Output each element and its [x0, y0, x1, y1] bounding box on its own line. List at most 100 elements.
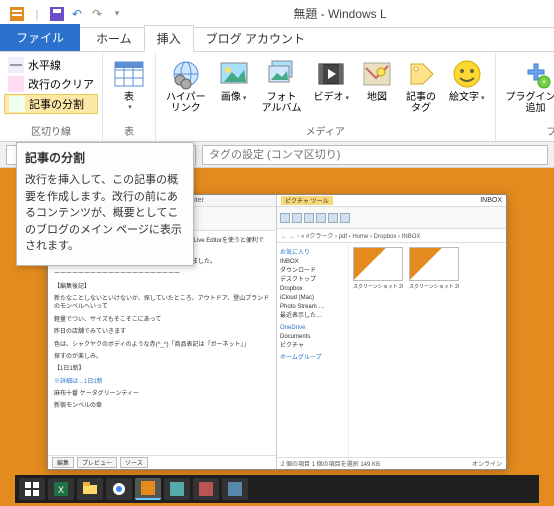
nav-item: Dropbox	[280, 285, 345, 294]
inner-status-bar: 2 個の項目 1 個の項目を選択 149 KB オンライン	[277, 457, 506, 469]
table-label: 表	[124, 92, 134, 103]
emoji-label: 絵文字	[449, 92, 479, 103]
horizontal-rule-label: 水平線	[28, 57, 61, 73]
tab-insert[interactable]: 挿入	[144, 25, 194, 52]
taskbar-chrome-icon	[106, 478, 132, 500]
redo-icon[interactable]: ↷	[88, 5, 106, 23]
clear-break-label: 改行のクリア	[28, 76, 94, 92]
inner-heading: 【1日1新】	[54, 365, 270, 373]
nav-item: ピクチャ	[280, 342, 345, 351]
inner-picture-tools-tab: ピクチャ ツール	[281, 196, 333, 205]
nav-item: 最近表示した…	[280, 312, 345, 321]
mini-icon	[340, 213, 350, 223]
nav-item: デスクトップ	[280, 276, 345, 285]
mini-icon	[316, 213, 326, 223]
taskbar-wlw-icon	[135, 478, 161, 500]
mini-icon	[292, 213, 302, 223]
group-breaks: 水平線 改行のクリア 記事の分割 区切り線	[0, 52, 103, 141]
taskbar-app-icon	[222, 478, 248, 500]
svg-text:+: +	[541, 77, 546, 87]
inner-explorer-window: ピクチャ ツール INBOX ← → ↑ « #クラーク › pdf › Hom…	[277, 195, 506, 469]
inner-link: ※詳細は→1日1新	[54, 379, 103, 385]
file-thumbnail: スクリーンショット 2014-04-29 18.02.45	[353, 247, 403, 290]
group-plugin: + プラグインの追加 プラグインのオプション プラグイン	[496, 52, 554, 141]
tooltip-split-post: 記事の分割 改行を挿入して、この記事の概要を作成します。改行の前にあるコンテンツ…	[16, 142, 194, 266]
tooltip-body: 改行を挿入して、この記事の概要を作成します。改行の前にあるコンテンツが、概要とし…	[25, 172, 185, 255]
mini-icon	[280, 213, 290, 223]
plugin-add-icon: +	[520, 58, 552, 90]
post-tag-button[interactable]: 記事のタグ	[399, 56, 443, 121]
nav-item: iCloud (Mac)	[280, 294, 345, 303]
qat-separator: |	[28, 5, 46, 23]
horizontal-rule-icon	[8, 57, 24, 73]
split-post-label: 記事の分割	[29, 96, 84, 112]
photo-album-button[interactable]: フォトアルバム	[256, 56, 308, 121]
group-plugin-label: プラグイン	[496, 121, 554, 141]
qat-customize-icon[interactable]: ▾	[108, 5, 126, 23]
plugin-add-label: プラグインの追加	[506, 92, 554, 114]
split-post-button[interactable]: 記事の分割	[4, 94, 98, 114]
emoji-button[interactable]: 絵文字▾	[443, 56, 491, 121]
inner-text: 新たなことしないといけないか、探していたところ、アウトドア、登山ブランドのモンベ…	[54, 295, 270, 312]
tab-file[interactable]: ファイル	[0, 24, 80, 51]
emoji-icon	[451, 58, 483, 90]
hyperlink-button[interactable]: ハイパーリンク	[160, 56, 212, 121]
inner-file-grid: スクリーンショット 2014-04-29 18.02.45 スクリーンショット …	[349, 243, 506, 457]
table-button[interactable]: 表 ▾	[107, 56, 151, 121]
inner-text: 新宿モンベルの傘	[54, 402, 270, 410]
save-icon[interactable]	[48, 5, 66, 23]
dropdown-icon: ▾	[243, 95, 247, 102]
split-post-icon	[9, 96, 25, 112]
horizontal-rule-button[interactable]: 水平線	[4, 56, 98, 74]
map-label: 地図	[367, 92, 387, 103]
nav-item: ダウンロード	[280, 267, 345, 276]
inner-nav-pane: お気に入り INBOX ダウンロード デスクトップ Dropbox iCloud…	[277, 243, 349, 457]
taskbar-excel-icon: X	[48, 478, 74, 500]
tags-input[interactable]	[202, 145, 548, 165]
inner-text: 色は、シャクヤクのボディのような赤(^_^)「商品表記は『ガーネット』」	[54, 341, 270, 349]
map-button[interactable]: 地図	[355, 56, 399, 121]
inner-text: 昨日の店舗でみていきます	[54, 328, 270, 336]
tag-icon	[405, 58, 437, 90]
status-text: オンライン	[472, 459, 502, 468]
inner-source-tab: ソース	[120, 457, 148, 468]
nav-item: INBOX	[280, 258, 345, 267]
hyperlink-label: ハイパーリンク	[166, 92, 206, 114]
inner-explorer-ribbon	[277, 207, 506, 229]
taskbar-explorer-icon	[77, 478, 103, 500]
taskbar-app-icon	[164, 478, 190, 500]
photo-album-label: フォトアルバム	[262, 92, 302, 114]
status-text: 2 個の項目 1 個の項目を選択 149 KB	[281, 459, 380, 468]
inner-text: 麻布十番 ケータグリーンティー	[54, 390, 270, 398]
dropdown-icon: ▾	[481, 95, 485, 102]
quick-access-toolbar: | ↶ ↷ ▾	[0, 5, 126, 23]
group-tables-label: 表	[103, 121, 155, 141]
inner-wlw-footer: 編集 プレビュー ソース	[48, 455, 276, 469]
video-button[interactable]: ビデオ▾	[308, 56, 356, 121]
tab-blog-account[interactable]: ブログ アカウント	[194, 26, 317, 51]
inner-text: 探すのが楽しみ。	[54, 353, 270, 361]
tab-home[interactable]: ホーム	[84, 26, 144, 51]
nav-onedrive: OneDrive	[280, 324, 345, 333]
ribbon-tabs: ファイル ホーム 挿入 ブログ アカウント	[0, 28, 554, 52]
undo-icon[interactable]: ↶	[68, 5, 86, 23]
inner-explorer-title: INBOX	[480, 197, 502, 204]
dropdown-icon: ▾	[346, 95, 350, 102]
image-button[interactable]: 画像▾	[212, 56, 256, 121]
group-breaks-label: 区切り線	[0, 121, 102, 141]
photo-album-icon	[266, 58, 298, 90]
group-tables: 表 ▾ 表	[103, 52, 156, 141]
ribbon: 水平線 改行のクリア 記事の分割 区切り線 表 ▾	[0, 52, 554, 142]
window-title: 無題 - Windows L	[126, 5, 554, 22]
map-icon	[361, 58, 393, 90]
inner-text: 軽量でつい、サイズもそこそこにあって	[54, 316, 270, 324]
video-icon	[315, 58, 347, 90]
inner-edit-tab: 編集	[52, 457, 74, 468]
inner-preview-tab: プレビュー	[77, 457, 117, 468]
clear-break-button[interactable]: 改行のクリア	[4, 75, 98, 93]
inner-breadcrumb: ← → ↑ « #クラーク › pdf › Home › Dropbox › I…	[277, 229, 506, 243]
nav-item: Documents	[280, 333, 345, 342]
nav-favorites: お気に入り	[280, 249, 345, 258]
plugin-add-button[interactable]: + プラグインの追加	[500, 56, 554, 121]
mini-icon	[328, 213, 338, 223]
